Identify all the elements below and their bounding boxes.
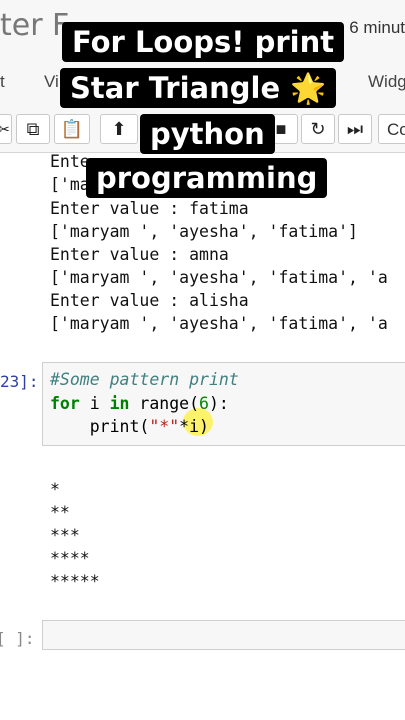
title-line-2-text: Star Triangle (70, 71, 281, 105)
menu-item-view[interactable]: Vi (44, 72, 59, 92)
empty-code-cell[interactable] (42, 620, 405, 650)
code-comment: #Some pattern print (50, 370, 239, 389)
output-line: Enter value : alisha (50, 291, 249, 310)
output-line: ['maryam ', 'ayesha', 'fatima', 'a (50, 314, 388, 333)
copy-icon: ⧉ (26, 118, 40, 139)
code-line-print: print("*"*i) (50, 417, 209, 436)
jupyter-logo-text: ter (0, 8, 43, 43)
menu-item-edit[interactable]: t (0, 72, 5, 92)
fast-forward-icon: ⏭ (346, 118, 364, 139)
keyword-for: for (50, 394, 80, 413)
output-line: ***** (50, 572, 100, 591)
cell-type-select[interactable]: Co (378, 114, 405, 144)
restart-button[interactable]: ↻ (301, 114, 335, 144)
output-line: Enter value : amna (50, 245, 229, 264)
title-line-1: For Loops! print (62, 22, 345, 62)
code-range: range( (129, 394, 200, 413)
copy-button[interactable]: ⧉ (16, 114, 50, 144)
scissors-icon: ✂ (0, 120, 10, 137)
code-close: ): (208, 394, 229, 413)
title-line-4: programming (86, 158, 328, 198)
cell-prompt: 23]: (0, 372, 39, 391)
star-icon: 🌟 (290, 71, 327, 105)
arrow-up-icon: ⬆ (111, 118, 127, 139)
output-line: ['ma (50, 175, 90, 194)
code-var: i (79, 394, 110, 413)
output-line: ['maryam ', 'ayesha', 'fatima', 'a (50, 268, 388, 287)
cut-button[interactable]: ✂ (0, 114, 12, 144)
keyword-in: in (109, 394, 130, 413)
stop-icon: ■ (275, 118, 287, 139)
code-print: print( (50, 417, 150, 436)
output-line: *** (50, 526, 80, 545)
output-line: * (50, 480, 60, 499)
move-up-button[interactable]: ⬆ (100, 114, 138, 144)
output-line: ['maryam ', 'ayesha', 'fatima'] (50, 222, 358, 241)
clipboard-icon: 📋 (60, 118, 84, 139)
menu-item-widgets[interactable]: Widg (368, 72, 405, 92)
title-line-3: python (140, 114, 275, 154)
paste-button[interactable]: 📋 (54, 114, 90, 144)
empty-cell-prompt: [ ]: (0, 629, 35, 648)
output-line: Ente (50, 152, 90, 171)
code-line-for: for i in range(6): (50, 394, 229, 413)
run-all-button[interactable]: ⏭ (338, 114, 372, 144)
output-line: **** (50, 549, 90, 568)
code-print-end: *i) (179, 417, 209, 436)
title-line-2: Star Triangle 🌟 (60, 68, 337, 108)
code-number: 6 (199, 394, 209, 413)
code-string: "*" (149, 417, 180, 436)
output-line: Enter value : fatima (50, 199, 249, 218)
output-line: ** (50, 503, 70, 522)
save-status: 6 minut (349, 18, 405, 37)
restart-icon: ↻ (310, 118, 326, 139)
